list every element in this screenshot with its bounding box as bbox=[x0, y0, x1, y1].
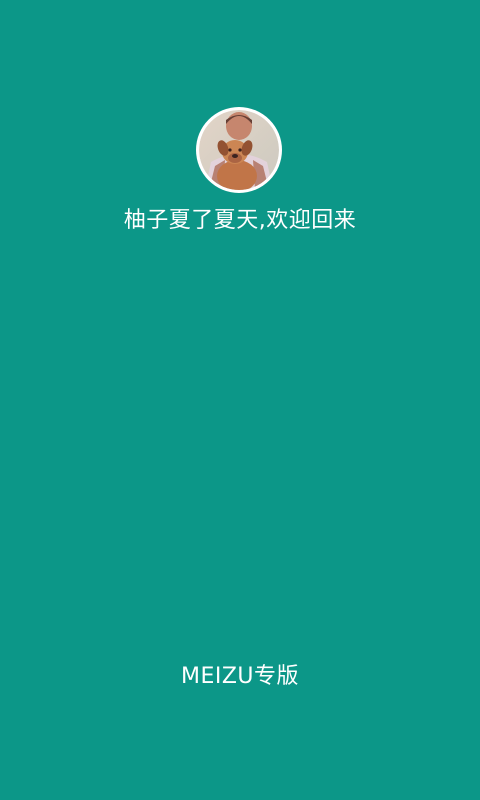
user-photo-icon bbox=[199, 110, 279, 190]
welcome-message: 柚子夏了夏天,欢迎回来 bbox=[123, 208, 357, 233]
splash-screen: 柚子夏了夏天,欢迎回来 MEIZU专版 bbox=[0, 0, 480, 800]
edition-label: MEIZU专版 bbox=[180, 664, 300, 689]
avatar bbox=[196, 107, 282, 193]
